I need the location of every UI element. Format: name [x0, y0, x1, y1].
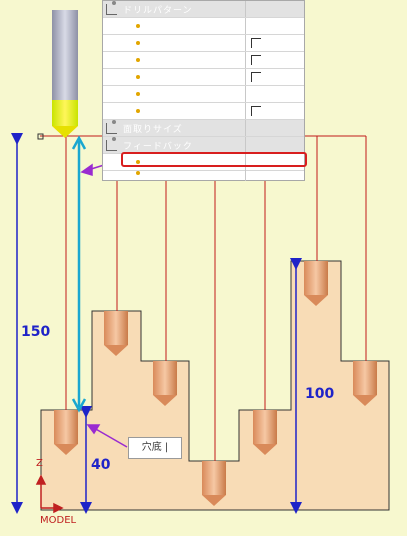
bullet-icon [136, 58, 140, 62]
bullet-icon [136, 171, 140, 175]
checkbox[interactable] [251, 55, 261, 65]
highlighted-row-frame [121, 152, 307, 167]
checkbox[interactable] [251, 38, 261, 48]
group-label: フィードバック [123, 142, 193, 152]
dimension-40-label: 40 [91, 457, 111, 473]
retract-arrow [71, 135, 87, 413]
panel-group-header[interactable]: ドリルパターン [103, 1, 304, 18]
panel-row[interactable] [103, 52, 304, 69]
bullet-icon [136, 24, 140, 28]
parameter-panel: ドリルパターン 面取りサイズ フィードバック [102, 0, 307, 181]
bullet-icon [136, 92, 140, 96]
panel-row[interactable] [103, 18, 304, 35]
panel-row[interactable] [103, 69, 304, 86]
panel-row[interactable] [103, 103, 304, 120]
group-icon [106, 137, 117, 151]
panel-row[interactable] [103, 35, 304, 52]
group-label: 面取りサイズ [123, 125, 183, 135]
drill-tool [52, 10, 78, 138]
dimension-150-label: 150 [21, 324, 51, 340]
group-icon [106, 120, 117, 134]
bullet-icon [136, 109, 140, 113]
panel-group-header[interactable]: 面取りサイズ [103, 120, 304, 137]
dimension-100-label: 100 [305, 386, 335, 402]
checkbox[interactable] [251, 72, 261, 82]
group-icon [106, 1, 117, 15]
hole-bottom-callout: 穴底 | [128, 437, 182, 459]
group-label: ドリルパターン [123, 6, 193, 16]
checkbox[interactable] [251, 106, 261, 116]
bullet-icon [136, 75, 140, 79]
panel-row[interactable] [103, 86, 304, 103]
axis-z-label: Z [36, 458, 43, 469]
axis-model-label: MODEL [40, 515, 77, 526]
panel-row[interactable] [103, 167, 304, 181]
bullet-icon [136, 41, 140, 45]
